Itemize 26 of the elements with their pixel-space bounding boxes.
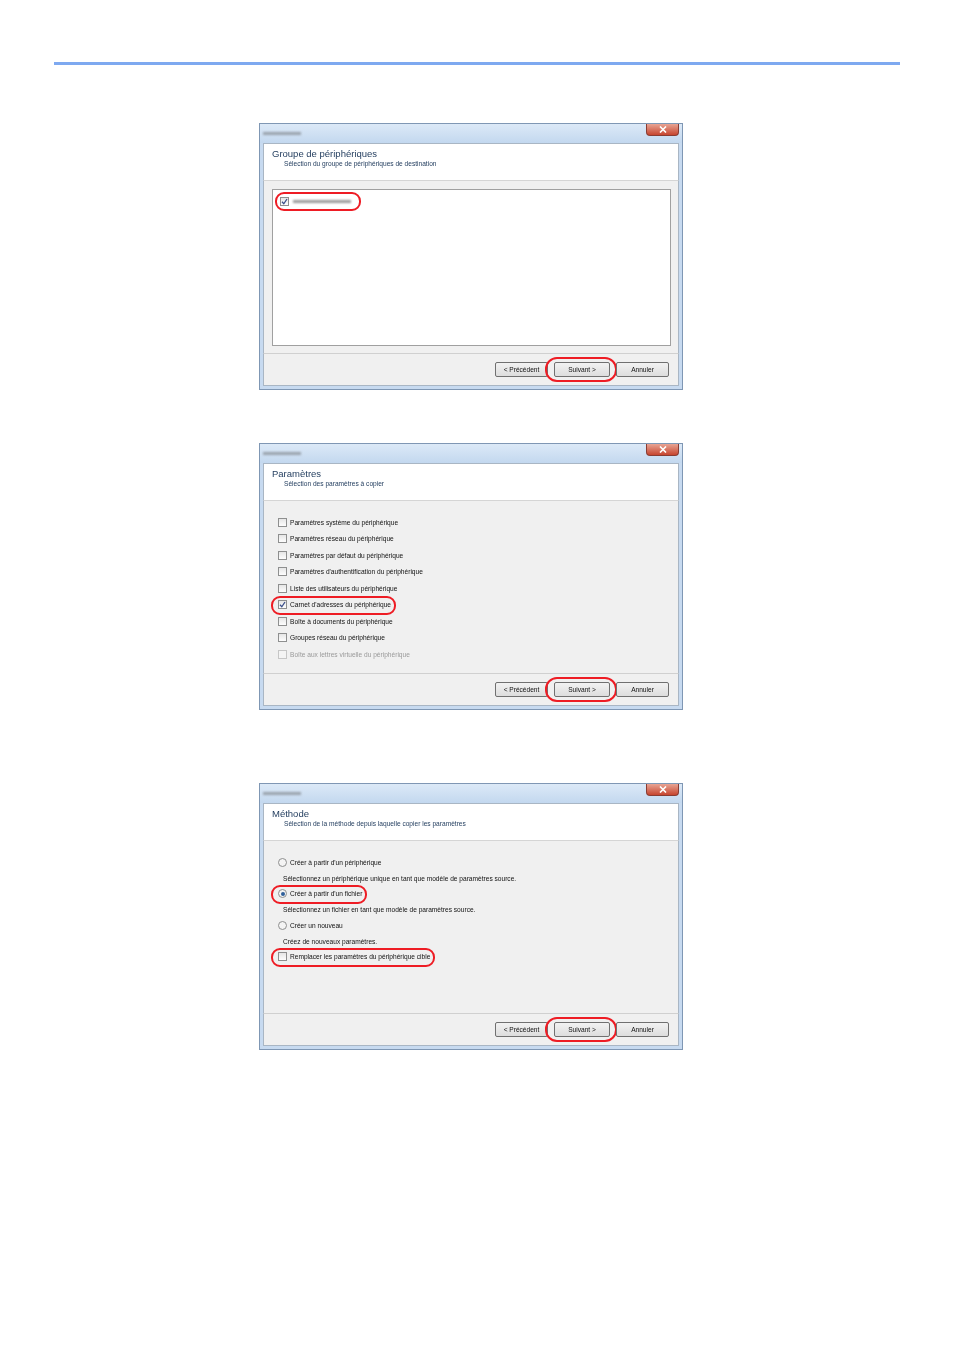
checkbox[interactable] <box>278 616 287 626</box>
checkbox[interactable] <box>278 952 287 962</box>
close-button[interactable] <box>646 444 679 456</box>
blurred-title <box>263 132 301 135</box>
radio-button[interactable] <box>278 857 287 867</box>
dialog-heading: Paramètres <box>272 468 323 479</box>
checkbox[interactable] <box>278 567 287 577</box>
checkbox[interactable] <box>278 517 287 527</box>
dialog-heading: Méthode <box>272 808 310 819</box>
checkbox[interactable] <box>278 600 287 610</box>
radio-button[interactable] <box>278 889 287 899</box>
close-button[interactable] <box>646 124 679 136</box>
checkbox[interactable] <box>278 583 287 593</box>
close-icon <box>658 786 667 793</box>
radio-button[interactable] <box>278 920 287 930</box>
close-button[interactable] <box>646 784 679 796</box>
blurred-label <box>293 200 351 203</box>
dialog-heading: Groupe de périphériques <box>272 148 379 159</box>
checkbox[interactable] <box>280 197 289 206</box>
blurred-title <box>263 452 301 455</box>
checkbox[interactable] <box>278 550 287 560</box>
blurred-title <box>263 792 301 795</box>
close-icon <box>658 446 667 453</box>
checkbox[interactable] <box>278 633 287 643</box>
close-icon <box>658 126 667 133</box>
checkbox[interactable] <box>278 534 287 544</box>
